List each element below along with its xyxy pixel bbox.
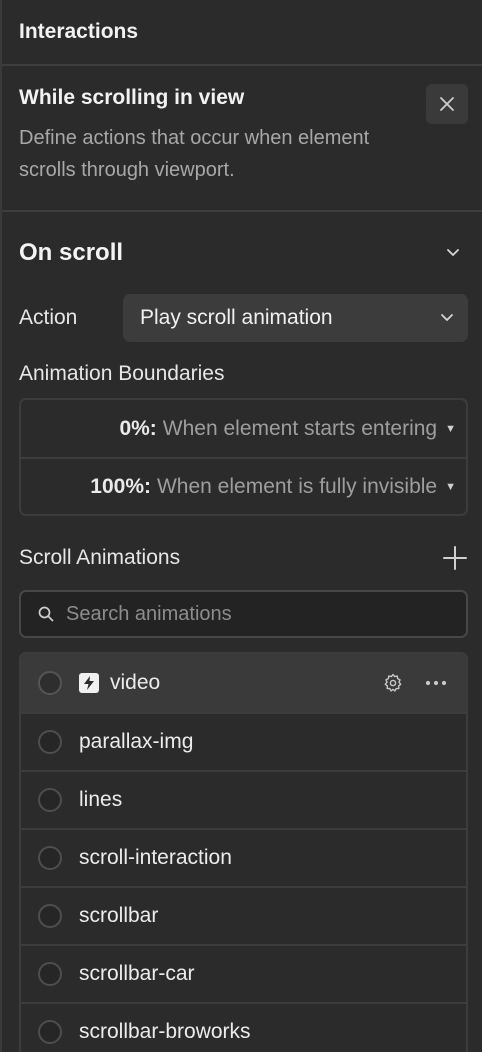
close-button[interactable] (426, 84, 468, 124)
boundary-end-select[interactable]: 100%: When element is fully invisible ▼ (21, 457, 466, 514)
list-item-label: scroll-interaction (79, 846, 232, 869)
scroll-animations-header: Scroll Animations (2, 540, 482, 576)
panel-title: Interactions (19, 20, 139, 43)
animation-boundaries: 0%: When element starts entering ▼ 100%:… (19, 398, 468, 516)
list-item[interactable]: video (21, 654, 466, 712)
radio-button[interactable] (38, 904, 62, 928)
list-item[interactable]: scrollbar (21, 886, 466, 944)
dropdown-arrow-icon: ▼ (445, 422, 456, 435)
scroll-animations-label: Scroll Animations (19, 546, 181, 569)
chevron-down-icon (441, 314, 453, 321)
radio-button[interactable] (38, 788, 62, 812)
list-item-label: parallax-img (79, 730, 194, 753)
trigger-title: While scrolling in view (19, 86, 245, 109)
boundary-end-percent: 100%: (90, 474, 151, 498)
list-item[interactable]: scrollbar-broworks (21, 1002, 466, 1052)
list-item-label: scrollbar (79, 904, 159, 927)
search-box[interactable] (19, 590, 468, 638)
boundary-end-text: When element is fully invisible (156, 474, 438, 498)
list-item-label: scrollbar-car (79, 962, 195, 985)
search-icon (38, 606, 54, 622)
dropdown-arrow-icon: ▼ (445, 480, 456, 493)
add-animation-button[interactable] (442, 545, 468, 571)
plus-icon (443, 546, 467, 570)
more-horizontal-icon (425, 680, 447, 686)
on-scroll-title: On scroll (19, 239, 124, 266)
list-item[interactable]: lines (21, 770, 466, 828)
radio-button[interactable] (38, 730, 62, 754)
boundaries-label: Animation Boundaries (19, 362, 225, 385)
list-item-label: video (110, 671, 161, 694)
radio-button[interactable] (38, 671, 62, 695)
boundary-start-text: When element starts entering (162, 416, 438, 440)
list-item[interactable]: parallax-img (21, 712, 466, 770)
action-select-value: Play scroll animation (140, 306, 333, 329)
trigger-section: While scrolling in view Define actions t… (2, 66, 482, 212)
radio-button[interactable] (38, 1020, 62, 1044)
animation-list: video parallax-img lines scroll-interact… (19, 652, 468, 1052)
more-options-button[interactable] (424, 672, 448, 694)
chevron-down-icon[interactable] (446, 248, 460, 258)
on-scroll-header[interactable]: On scroll (2, 212, 482, 294)
search-input[interactable] (66, 602, 446, 626)
boundary-start-percent: 0%: (119, 416, 157, 440)
list-item-label: lines (79, 788, 123, 811)
close-icon (440, 97, 454, 111)
action-select[interactable]: Play scroll animation (123, 294, 468, 342)
gear-icon (384, 673, 402, 692)
lightning-icon (79, 673, 99, 693)
list-item[interactable]: scrollbar-car (21, 944, 466, 1002)
panel-header: Interactions (2, 0, 482, 66)
interactions-panel: Interactions While scrolling in view Def… (0, 0, 482, 1052)
radio-button[interactable] (38, 962, 62, 986)
list-item-label: scrollbar-broworks (79, 1020, 251, 1043)
list-item-actions (382, 672, 466, 694)
trigger-description: Define actions that occur when element s… (19, 127, 370, 181)
boundary-start-select[interactable]: 0%: When element starts entering ▼ (21, 400, 466, 457)
radio-button[interactable] (38, 846, 62, 870)
settings-button[interactable] (382, 672, 404, 694)
list-item[interactable]: scroll-interaction (21, 828, 466, 886)
action-row: Action Play scroll animation (2, 294, 482, 342)
action-label: Action (19, 306, 78, 329)
